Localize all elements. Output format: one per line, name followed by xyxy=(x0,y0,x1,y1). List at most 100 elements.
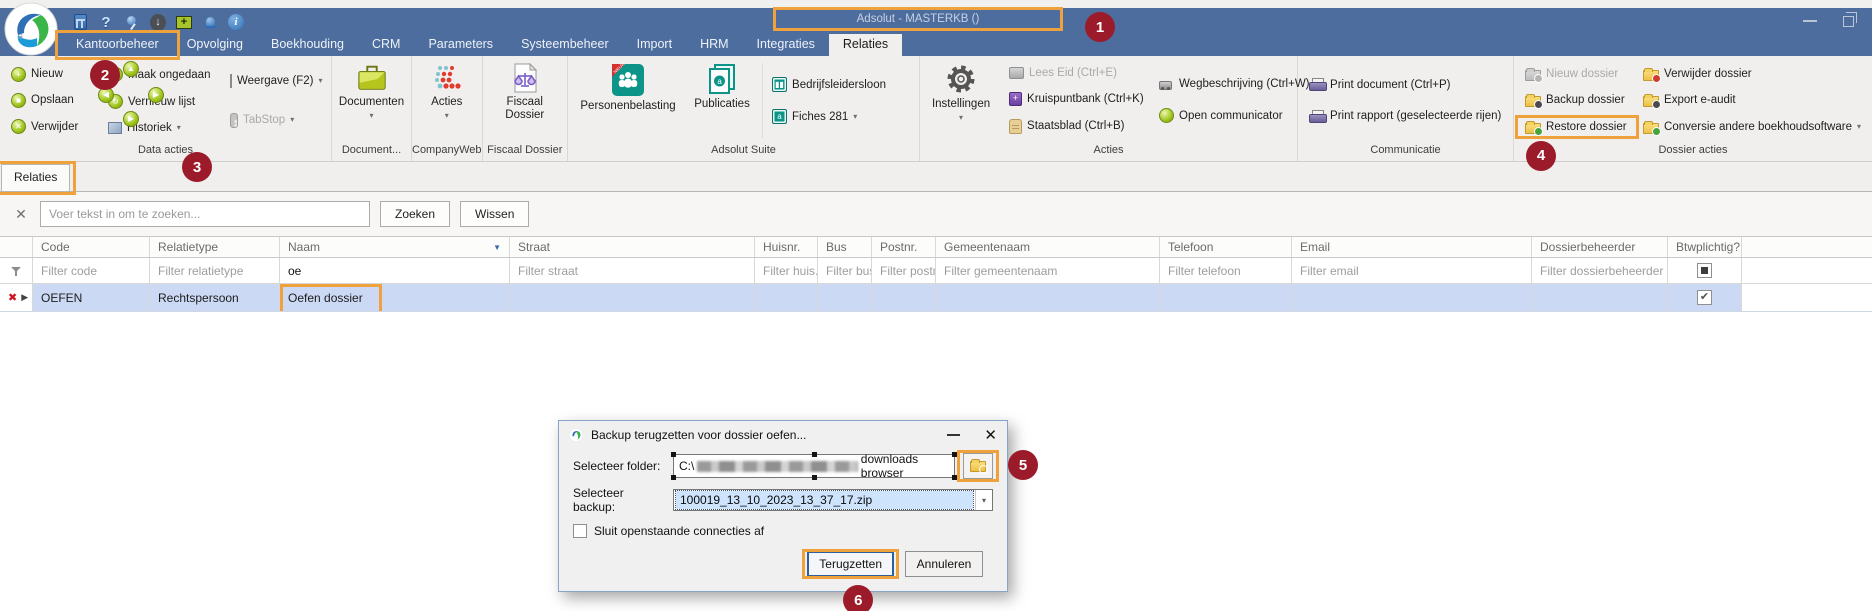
cell-dossierbeheerder[interactable] xyxy=(1532,284,1668,311)
header-bus[interactable]: Bus xyxy=(818,237,872,257)
cell-huisnr[interactable] xyxy=(755,284,818,311)
cell-btwplichtig[interactable]: ✔ xyxy=(1668,284,1742,311)
personenbelasting-button[interactable]: NIEUW Personenbelasting xyxy=(572,59,684,142)
header-gemeentenaam[interactable]: Gemeentenaam xyxy=(936,237,1160,257)
kruispuntbank-button[interactable]: +Kruispuntbank (Ctrl+K) xyxy=(1006,91,1148,107)
filter-straat[interactable]: Filter straat xyxy=(510,258,755,283)
add-window-icon[interactable]: + xyxy=(176,16,192,29)
nieuw-button[interactable]: +Nieuw xyxy=(8,66,92,83)
tab-crm[interactable]: CRM xyxy=(358,34,414,56)
filter-naam[interactable]: oe xyxy=(280,258,510,283)
fiches-281-button[interactable]: aFiches 281▾ xyxy=(769,108,911,125)
next-record-icon[interactable]: ▶ xyxy=(148,87,164,103)
filter-email[interactable]: Filter email xyxy=(1292,258,1532,283)
tabstop-button[interactable]: TabStop▾ xyxy=(227,112,323,129)
filter-huisnr[interactable]: Filter huis... xyxy=(755,258,818,283)
backup-select[interactable]: 100019_13_10_2023_13_37_17.zip ▾ xyxy=(673,489,993,511)
restore-icon[interactable] xyxy=(1843,16,1854,27)
sort-filter-icon[interactable]: ▼ xyxy=(493,243,501,252)
instellingen-button[interactable]: Instellingen ▾ xyxy=(924,59,998,142)
close-search-icon[interactable]: ✕ xyxy=(12,206,30,223)
restore-dossier-button[interactable]: Restore dossier 4 xyxy=(1522,119,1632,135)
tab-integraties[interactable]: Integraties xyxy=(743,34,829,56)
folder-path-input[interactable]: C:\ downloads browser xyxy=(673,454,955,478)
terugzetten-button[interactable]: Terugzetten 6 xyxy=(807,551,894,577)
bedrijfsleidersloon-button[interactable]: ▮▮Bedrijfsleidersloon xyxy=(769,76,911,93)
maak-ongedaan-button[interactable]: ↩Maak ongedaan xyxy=(105,66,215,83)
bell-icon[interactable] xyxy=(204,16,217,29)
filter-postnr[interactable]: Filter postnr... xyxy=(872,258,936,283)
unchecked-checkbox[interactable] xyxy=(573,524,587,538)
chevron-down-icon[interactable]: ▾ xyxy=(975,490,992,510)
print-rapport-button[interactable]: Print rapport (geselecteerde rijen) xyxy=(1306,109,1506,124)
header-telefoon[interactable]: Telefoon xyxy=(1160,237,1292,257)
documenten-button[interactable]: Documenten ▾ xyxy=(333,59,410,142)
tab-import[interactable]: Import xyxy=(623,34,686,56)
staatsblad-button[interactable]: Staatsblad (Ctrl+B) xyxy=(1006,118,1148,135)
header-naam[interactable]: Naam▼ xyxy=(280,237,510,257)
header-huisnr[interactable]: Huisnr. xyxy=(755,237,818,257)
close-connections-option[interactable]: Sluit openstaande connecties af xyxy=(559,517,1007,538)
cell-straat[interactable] xyxy=(510,284,755,311)
dialog-title-bar[interactable]: Backup terugzetten voor dossier oefen...… xyxy=(559,421,1007,449)
tab-systeembeheer[interactable]: Systeembeheer xyxy=(507,34,623,56)
filter-gemeentenaam[interactable]: Filter gemeentenaam xyxy=(936,258,1160,283)
conversie-button[interactable]: Conversie andere boekhoudsoftware▾ xyxy=(1640,119,1864,135)
zoeken-button[interactable]: Zoeken xyxy=(380,201,450,227)
filter-relatietype[interactable]: Filter relatietype xyxy=(150,258,280,283)
tab-parameters[interactable]: Parameters xyxy=(414,34,507,56)
filter-telefoon[interactable]: Filter telefoon xyxy=(1160,258,1292,283)
tab-hrm[interactable]: HRM xyxy=(686,34,742,56)
cell-bus[interactable] xyxy=(818,284,872,311)
tab-opvolging[interactable]: Opvolging xyxy=(173,34,257,56)
header-code[interactable]: Code xyxy=(33,237,150,257)
first-record-icon[interactable]: ▲ xyxy=(123,61,139,77)
backup-dossier-button[interactable]: Backup dossier xyxy=(1522,92,1632,108)
wissen-button[interactable]: Wissen xyxy=(460,201,529,227)
weergave-button[interactable]: Weergave (F2)▾ xyxy=(227,73,323,89)
cell-email[interactable] xyxy=(1292,284,1532,311)
help-icon[interactable]: ? xyxy=(98,14,114,31)
cell-telefoon[interactable] xyxy=(1160,284,1292,311)
tab-kantoorbeheer[interactable]: Kantoorbeheer 2 xyxy=(62,34,173,56)
tab-boekhouding[interactable]: Boekhouding xyxy=(257,34,358,56)
download-icon[interactable]: ↓ xyxy=(150,14,166,31)
nieuw-dossier-button[interactable]: Nieuw dossier xyxy=(1522,66,1632,82)
annuleren-button[interactable]: Annuleren xyxy=(905,551,983,577)
header-relatietype[interactable]: Relatietype xyxy=(150,237,280,257)
dialog-minimize-icon[interactable] xyxy=(947,434,960,436)
fiscaal-dossier-button[interactable]: Fiscaal Dossier xyxy=(487,59,564,142)
publicaties-button[interactable]: a Publicaties xyxy=(684,59,760,142)
historiek-button[interactable]: Historiek▾ xyxy=(105,121,215,135)
header-email[interactable]: Email xyxy=(1292,237,1532,257)
verwijder-dossier-button[interactable]: Verwijder dossier xyxy=(1640,66,1864,82)
tab-relaties[interactable]: Relaties xyxy=(829,34,902,56)
calculator-icon[interactable] xyxy=(74,14,87,30)
wegbeschrijving-button[interactable]: Wegbeschrijving (Ctrl+W) xyxy=(1156,77,1314,91)
indeterminate-checkbox[interactable] xyxy=(1697,263,1712,278)
verwijder-button[interactable]: ✕Verwijder xyxy=(8,118,92,135)
acties-button[interactable]: Acties ▾ xyxy=(425,59,468,142)
cell-relatietype[interactable]: Rechtspersoon xyxy=(150,284,280,311)
header-dossierbeheerder[interactable]: Dossierbeheerder xyxy=(1532,237,1668,257)
dialog-close-icon[interactable]: ✕ xyxy=(984,428,997,443)
table-row[interactable]: ✖▶ OEFEN Rechtspersoon Oefen dossier ✔ xyxy=(0,284,1872,312)
filter-btwplichtig[interactable] xyxy=(1668,258,1742,283)
header-btwplichtig[interactable]: Btwplichtig? xyxy=(1668,237,1742,257)
filter-dossierbeheerder[interactable]: Filter dossierbeheerder xyxy=(1532,258,1668,283)
filter-bus[interactable]: Filter bus xyxy=(818,258,872,283)
cell-code[interactable]: OEFEN xyxy=(33,284,150,311)
cell-postnr[interactable] xyxy=(872,284,936,311)
header-straat[interactable]: Straat xyxy=(510,237,755,257)
header-postnr[interactable]: Postnr. xyxy=(872,237,936,257)
last-record-icon[interactable]: ▶ xyxy=(123,111,139,127)
lees-eid-button[interactable]: Lees Eid (Ctrl+E) xyxy=(1006,66,1148,80)
minimize-icon[interactable] xyxy=(1803,20,1817,22)
export-eaudit-button[interactable]: Export e-audit xyxy=(1640,92,1864,108)
cell-gemeentenaam[interactable] xyxy=(936,284,1160,311)
search-input[interactable] xyxy=(40,201,370,227)
pin-icon[interactable] xyxy=(126,16,138,28)
cell-naam[interactable]: Oefen dossier xyxy=(280,284,510,311)
filter-code[interactable]: Filter code xyxy=(33,258,150,283)
doc-tab-relaties[interactable]: Relaties xyxy=(1,164,70,191)
